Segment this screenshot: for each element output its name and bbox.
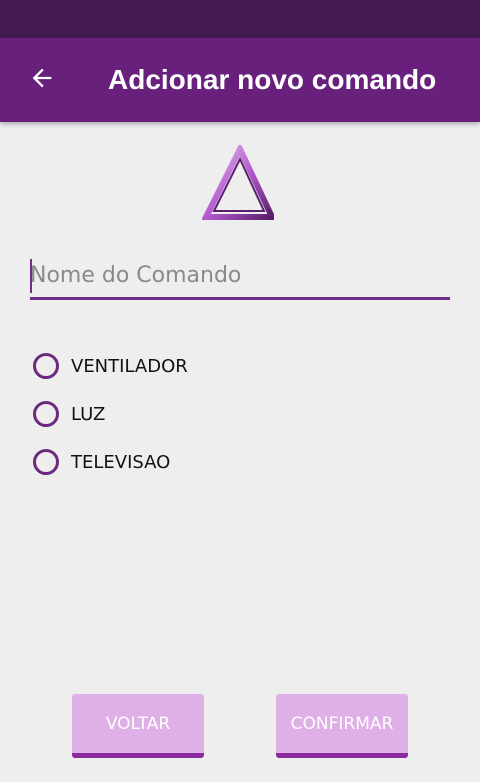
- back-button[interactable]: [20, 60, 64, 100]
- arrow-left-icon: [28, 64, 56, 96]
- app-bar: Adcionar novo comando: [0, 38, 480, 122]
- text-cursor: [30, 259, 32, 293]
- radio-button[interactable]: [33, 401, 59, 427]
- radio-button[interactable]: [33, 449, 59, 475]
- triangle-icon: [201, 142, 277, 221]
- device-radio-group: VENTILADOR LUZ TELEVISAO: [32, 342, 188, 486]
- radio-option-luz[interactable]: LUZ: [32, 390, 188, 438]
- radio-label: TELEVISAO: [71, 451, 171, 473]
- voltar-button[interactable]: VOLTAR: [72, 694, 204, 758]
- command-name-field[interactable]: [30, 254, 450, 300]
- radio-option-ventilador[interactable]: VENTILADOR: [32, 342, 188, 390]
- radio-label: LUZ: [71, 403, 106, 425]
- page-title: Adcionar novo comando: [108, 64, 437, 95]
- radio-button[interactable]: [33, 353, 59, 379]
- radio-option-televisao[interactable]: TELEVISAO: [32, 438, 188, 486]
- radio-label: VENTILADOR: [71, 355, 188, 377]
- confirmar-button[interactable]: CONFIRMAR: [276, 694, 408, 758]
- status-bar: [0, 0, 480, 38]
- command-name-input[interactable]: [30, 254, 450, 296]
